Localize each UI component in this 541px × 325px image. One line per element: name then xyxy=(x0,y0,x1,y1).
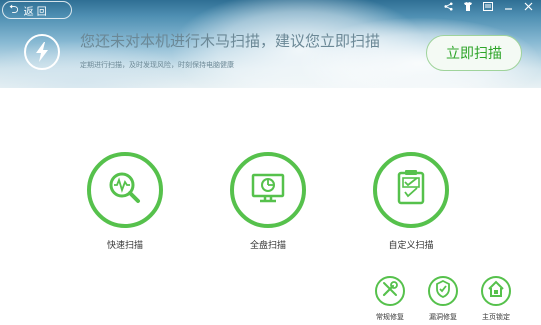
vulnerability-repair-icon xyxy=(434,279,452,302)
wrench-screwdriver-icon xyxy=(381,280,399,302)
close-icon[interactable] xyxy=(521,0,535,12)
window-controls xyxy=(441,0,535,12)
back-label: 返 回 xyxy=(23,6,47,18)
home-lock-icon xyxy=(487,280,505,302)
skin-icon[interactable] xyxy=(461,0,475,12)
homepage-lock-label: 主页锁定 xyxy=(482,313,510,321)
share-icon[interactable] xyxy=(441,0,455,12)
custom-scan-button[interactable] xyxy=(373,152,449,228)
full-scan-label: 全盘扫描 xyxy=(249,241,286,251)
custom-scan-icon xyxy=(391,168,431,212)
full-scan-icon xyxy=(248,168,288,212)
quick-scan-button[interactable] xyxy=(87,152,163,228)
minimize-icon[interactable] xyxy=(501,0,515,12)
regular-repair-button[interactable] xyxy=(375,276,405,306)
quick-scan-label: 快速扫描 xyxy=(106,241,143,251)
page-title: 您还未对本机进行木马扫描，建议您立即扫描 xyxy=(80,32,381,50)
back-arrow-icon: ⮌ xyxy=(9,1,19,16)
header-banner: ⮌ 返 回 您还未对本机进行木马扫描，建议您立即扫描 定期进行扫描，及时发现风险… xyxy=(0,0,541,88)
custom-scan-label: 自定义扫描 xyxy=(388,241,434,251)
regular-repair-label: 常规修复 xyxy=(376,313,404,321)
scan-now-button[interactable]: 立即扫描 xyxy=(426,35,522,71)
back-button[interactable]: ⮌ 返 回 xyxy=(2,1,72,19)
full-scan-button[interactable] xyxy=(230,152,306,228)
lightning-icon xyxy=(24,34,60,70)
page-subtitle: 定期进行扫描，及时发现风险，时刻保持电脑健康 xyxy=(80,61,234,69)
vulnerability-repair-button[interactable] xyxy=(428,276,458,306)
vulnerability-repair-label: 漏洞修复 xyxy=(429,313,457,321)
quick-scan-icon xyxy=(105,168,145,212)
menu-icon[interactable] xyxy=(481,0,495,12)
homepage-lock-button[interactable] xyxy=(481,276,511,306)
